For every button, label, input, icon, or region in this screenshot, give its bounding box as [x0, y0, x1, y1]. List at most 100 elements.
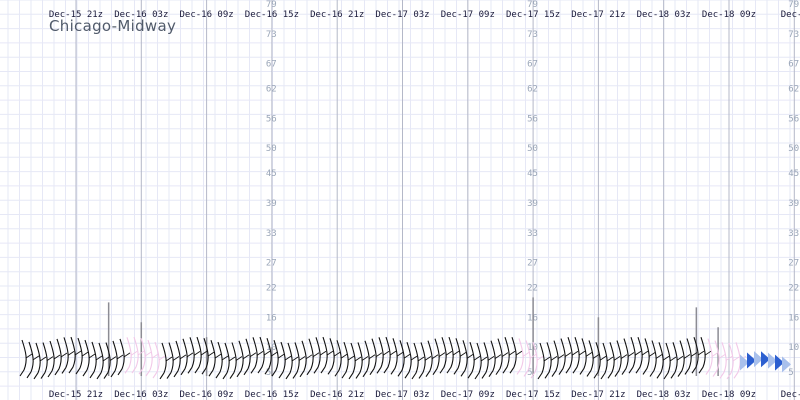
- time-label-top: Dec-16 15z: [245, 10, 299, 20]
- wind-barb: [145, 339, 153, 377]
- wind-barb-tick: [249, 352, 257, 358]
- wind-barb-tick: [116, 354, 124, 360]
- y-tick-label: 67: [527, 60, 538, 70]
- y-tick-label: 73: [266, 30, 277, 40]
- y-tick-label: 33: [788, 229, 799, 239]
- y-tick-label: 56: [788, 114, 799, 124]
- time-label-bottom: Dec-18 09z: [702, 390, 756, 400]
- time-label-top: Dec-16 21z: [310, 10, 364, 20]
- y-tick-label: 22: [266, 283, 277, 293]
- wind-barb-tick: [431, 354, 439, 360]
- time-label-bottom: Dec-16 15z: [245, 390, 299, 400]
- y-tick-label: 10: [788, 343, 799, 353]
- time-label-bottom: Dec-17 03z: [375, 390, 429, 400]
- wind-barb: [656, 342, 664, 379]
- wind-barb: [453, 338, 461, 375]
- wind-barb-tick: [67, 351, 75, 356]
- time-label-top: Dec-16 09z: [180, 10, 234, 20]
- wind-barb: [285, 342, 293, 380]
- wind-chart-page: 5101622273339455056626773795101622273339…: [0, 0, 800, 400]
- time-label-bottom: Dec-16 09z: [180, 390, 234, 400]
- y-tick-label: 33: [527, 229, 538, 239]
- wind-barb-tick: [158, 355, 166, 361]
- time-label-bottom: Dec-15 21z: [49, 390, 103, 400]
- wind-barb-tick: [284, 355, 292, 361]
- wind-barb: [621, 338, 629, 375]
- wind-barb: [180, 338, 188, 376]
- wind-barb-tick: [704, 350, 712, 356]
- wind-barb: [698, 337, 706, 374]
- time-label-bottom: Dec-18 03z: [637, 390, 691, 400]
- wind-barb: [516, 338, 524, 375]
- wind-barb: [537, 342, 545, 380]
- y-tick-label: 50: [266, 144, 277, 154]
- wind-barb: [194, 336, 202, 374]
- time-label-top: Dec-18 09z: [702, 10, 756, 20]
- wind-barb: [152, 341, 160, 379]
- wind-barb-tick: [193, 350, 201, 356]
- wind-barb-tick: [389, 350, 397, 356]
- time-label-bottom: Dec-17 09z: [441, 390, 495, 400]
- wind-barb: [481, 342, 489, 379]
- wind-barb: [670, 342, 678, 379]
- wind-barb: [320, 336, 328, 374]
- y-tick-label: 73: [788, 30, 799, 40]
- wind-barb-tick: [256, 350, 264, 356]
- wind-barb: [467, 342, 475, 379]
- y-tick-label: 27: [266, 259, 277, 269]
- wind-barb: [40, 342, 48, 379]
- y-tick-label: 45: [527, 169, 538, 179]
- bottom-time-labels: Dec-15 21z Dec-16 03z Dec-16 09z Dec-16 15z…: [49, 390, 800, 400]
- time-label-top: Dec-1: [781, 10, 800, 20]
- wind-barb-tick: [564, 352, 572, 357]
- y-tick-label: 62: [788, 85, 799, 95]
- wind-barb: [292, 342, 300, 379]
- y-tick-label: 79: [527, 0, 538, 10]
- time-label-bottom: Dec-17 21z: [571, 390, 625, 400]
- wind-barb-tick: [445, 350, 453, 356]
- wind-barb: [26, 341, 34, 379]
- wind-barb-tick: [410, 355, 418, 361]
- wind-barb-tick: [123, 352, 131, 358]
- wind-barb-tick: [536, 355, 544, 361]
- wind-barb-tick: [438, 352, 446, 358]
- y-tick-label: 33: [266, 229, 277, 239]
- time-label-top: Dec-18 03z: [637, 10, 691, 20]
- wind-barb-tick: [207, 351, 215, 357]
- wind-chart: 5101622273339455056626773795101622273339…: [0, 0, 800, 400]
- wind-barb: [215, 341, 223, 379]
- wind-barb: [663, 342, 671, 380]
- y-tick-label: 45: [266, 169, 277, 179]
- wind-barb: [208, 339, 216, 377]
- wind-barb: [334, 340, 342, 377]
- y-tick-label: 62: [527, 85, 538, 95]
- y-tick-label: 67: [266, 60, 277, 70]
- wind-barb: [635, 336, 643, 374]
- wind-barb: [306, 338, 314, 376]
- time-label-top: Dec-17 09z: [441, 10, 495, 20]
- wind-barb-tick: [368, 354, 376, 360]
- station-title: Chicago-Midway: [49, 17, 177, 35]
- y-tick-label: 39: [266, 199, 277, 209]
- wind-barb-tick: [319, 350, 327, 356]
- wind-barb-tick: [557, 354, 565, 359]
- y-tick-label: 16: [788, 313, 799, 323]
- wind-barb: [509, 336, 517, 374]
- wind-barb: [411, 342, 419, 380]
- y-tick-label: 22: [527, 283, 538, 293]
- wind-barb: [495, 338, 503, 375]
- y-tick-label: 16: [266, 313, 277, 323]
- y-tick-label: 45: [788, 169, 799, 179]
- wind-barb-tick: [550, 355, 558, 361]
- y-tick-label: 27: [788, 259, 799, 269]
- wind-barb: [68, 336, 76, 374]
- wind-barb: [607, 342, 615, 379]
- wind-barb: [54, 338, 62, 376]
- wind-barb: [649, 340, 657, 377]
- wind-barb-tick: [382, 350, 390, 356]
- y-tick-label: 79: [788, 0, 799, 10]
- y-tick-label: 27: [527, 259, 538, 269]
- wind-barb: [733, 342, 741, 379]
- wind-barb: [131, 336, 139, 374]
- wind-barb: [159, 342, 167, 380]
